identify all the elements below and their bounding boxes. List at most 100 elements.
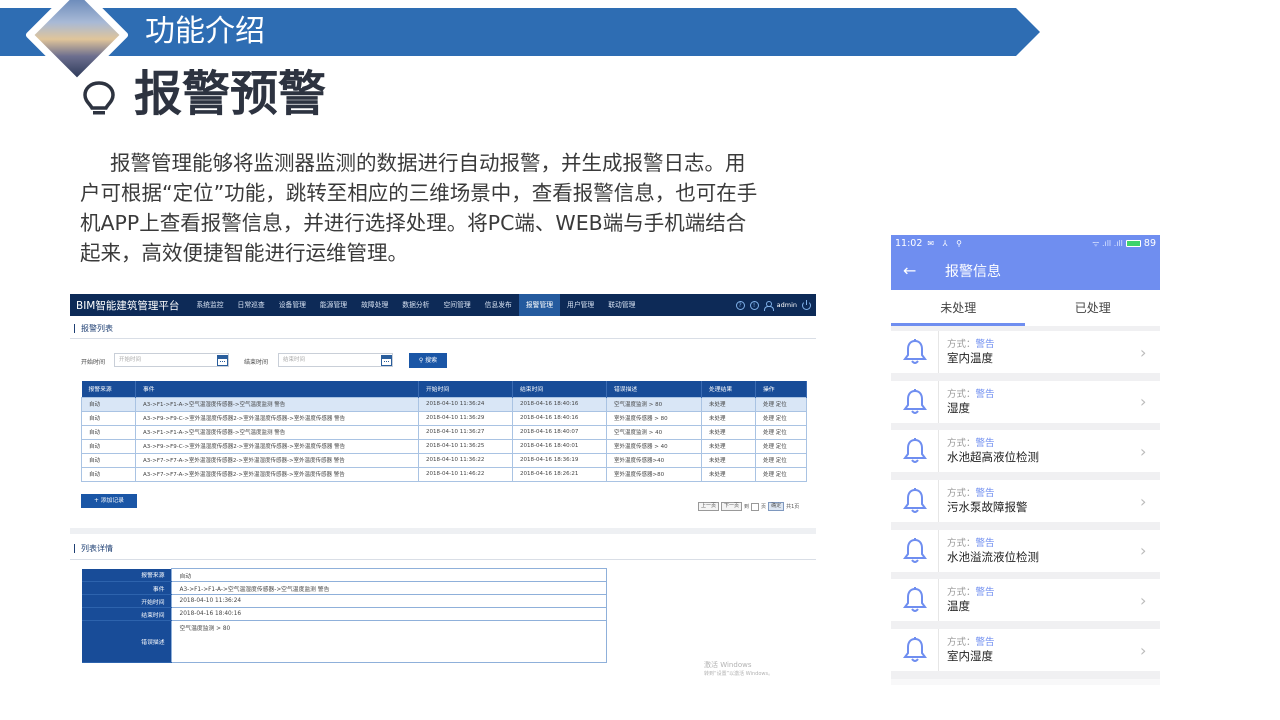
table-cell: 未处理 <box>701 410 756 426</box>
table-cell: 2018-04-10 11:36:24 <box>418 396 513 412</box>
nav-item[interactable]: 信息发布 <box>478 294 519 316</box>
alarm-name: 湿度 <box>947 400 970 415</box>
alarm-item[interactable]: 方式：警告 污水泵故障报警 › <box>891 480 1160 523</box>
alarm-item[interactable]: 方式：警告 室内湿度 › <box>891 629 1160 672</box>
table-cell: 2018-04-10 11:36:29 <box>418 410 513 426</box>
total-pages: 共1页 <box>786 504 800 510</box>
table-cell: A3->F7->F7-A->室外温湿度传感器2->室外温湿度传感器->室外温度传… <box>135 452 419 468</box>
alarm-mode: 方式：警告 <box>947 487 1140 500</box>
chevron-right-icon: › <box>1140 640 1147 660</box>
table-cell: A3->F7->F7-A->室外温湿度传感器2->室外温湿度传感器->室外温度传… <box>135 466 419 482</box>
table-cell: 室外温度传感器 > 40 <box>606 438 702 454</box>
table-cell: 自动 <box>81 424 136 440</box>
alarm-item[interactable]: 方式：警告 温度 › <box>891 579 1160 622</box>
bell-icon <box>891 331 939 373</box>
nav-item[interactable]: 联动管理 <box>601 294 642 316</box>
row-action-links[interactable]: 处理 定位 <box>755 466 807 482</box>
goto-label: 到 <box>744 504 750 510</box>
table-row[interactable]: 自动 A3->F7->F7-A->室外温湿度传感器2->室外温湿度传感器->室外温… <box>81 466 807 482</box>
nav-item[interactable]: 故障处理 <box>354 294 395 316</box>
tab-processed[interactable]: 已处理 <box>1026 290 1161 326</box>
nav-item[interactable]: 用户管理 <box>560 294 601 316</box>
pc-app-screenshot: BIM智能建筑管理平台 系统监控 日常巡查 设备管理 能源管理 故障处理 数据分析 空间管理… <box>70 294 816 684</box>
search-button[interactable]: ⚲ 搜索 <box>409 353 447 368</box>
detail-value: 空气温度监测 > 80 <box>170 620 607 663</box>
alarm-text: 方式：警告 污水泵故障报警 <box>939 487 1140 515</box>
alarm-item[interactable]: 方式：警告 室内温度 › <box>891 331 1160 373</box>
nav-item[interactable]: 设备管理 <box>272 294 313 316</box>
row-action-links[interactable]: 处理 定位 <box>755 452 807 468</box>
table-row[interactable]: 自动 A3->F9->F9-C->室外温湿度传感器2->室外温湿度传感器->室外温… <box>81 410 807 426</box>
alarm-text: 方式：警告 水池超高液位检测 <box>939 437 1140 465</box>
table-header-cell: 结束时间 <box>512 381 607 397</box>
table-row[interactable]: 自动 A3->F9->F9-C->室外温湿度传感器2->室外温湿度传感器->室外温… <box>81 438 807 454</box>
table-cell: A3->F1->F1-A->空气温湿度传感器->空气温度监测 警告 <box>135 396 419 412</box>
nav-item[interactable]: 日常巡查 <box>231 294 272 316</box>
help-icon[interactable]: ? <box>735 300 745 310</box>
row-action-links[interactable]: 处理 定位 <box>755 396 807 412</box>
nav-item[interactable]: 系统监控 <box>189 294 230 316</box>
detail-value: 2018-04-10 11:36:24 <box>170 594 607 608</box>
nav-item[interactable]: 能源管理 <box>313 294 354 316</box>
table-cell: 自动 <box>81 466 136 482</box>
detail-label: 错误描述 <box>82 620 171 663</box>
mobile-app-screenshot: 11:02 ✉ ⅄ ⚲ ᯤ .ıll .ıll 89 ← 报警信息 未处理 已处… <box>891 235 1160 685</box>
nav-item[interactable]: 报警管理 <box>518 294 561 316</box>
row-action-links[interactable]: 处理 定位 <box>755 424 807 440</box>
power-icon[interactable] <box>802 299 811 310</box>
bell-icon <box>891 380 939 423</box>
back-arrow-icon[interactable]: ← <box>903 262 929 279</box>
table-cell: 自动 <box>81 396 136 412</box>
alarm-mode-value: 警告 <box>975 587 995 599</box>
battery-icon <box>1125 239 1141 247</box>
calendar-icon[interactable] <box>217 355 228 366</box>
detail-row: 报警来源 自动 <box>82 568 607 582</box>
phone-status-bar: 11:02 ✉ ⅄ ⚲ ᯤ .ıll .ıll 89 <box>891 235 1160 251</box>
pagination: 上一页 下一页 到 页 确定 共1页 <box>698 502 799 511</box>
table-row[interactable]: 自动 A3->F1->F1-A->空气温湿度传感器->空气温度监测 警告 2018-… <box>81 396 807 412</box>
info-icon[interactable]: ! <box>749 300 759 310</box>
row-action-links[interactable]: 处理 定位 <box>755 410 807 426</box>
alarm-item[interactable]: 方式：警告 湿度 › <box>891 380 1160 423</box>
section-divider <box>70 559 816 560</box>
status-right: ᯤ .ıll .ıll 89 <box>1092 238 1156 249</box>
next-page-button[interactable]: 下一页 <box>721 502 743 511</box>
alarm-mode-value: 警告 <box>975 438 995 450</box>
alarm-mode: 方式：警告 <box>947 388 1140 401</box>
add-record-button[interactable]: + 添加记录 <box>81 494 137 508</box>
nav-item[interactable]: 数据分析 <box>395 294 436 316</box>
table-header-cell: 报警来源 <box>81 381 136 397</box>
table-cell: A3->F1->F1-A->空气温湿度传感器->空气温度监测 警告 <box>135 424 419 440</box>
page-number-input[interactable] <box>751 502 760 511</box>
table-body: 自动 A3->F1->F1-A->空气温湿度传感器->空气温度监测 警告 2018-… <box>81 396 807 482</box>
row-action-links[interactable]: 处理 定位 <box>755 438 807 454</box>
confirm-page-button[interactable]: 确定 <box>768 502 785 511</box>
chevron-right-icon: › <box>1140 342 1147 362</box>
table-row[interactable]: 自动 A3->F7->F7-A->室外温湿度传感器2->室外温湿度传感器->室外温… <box>81 452 807 468</box>
start-time-input[interactable]: 开始时间 <box>114 353 229 367</box>
table-cell: 未处理 <box>701 424 756 440</box>
pc-brand: BIM智能建筑管理平台 <box>76 299 180 312</box>
table-cell: 未处理 <box>701 438 756 454</box>
end-time-input[interactable]: 结束时间 <box>278 353 393 367</box>
alarm-item[interactable]: 方式：警告 水池溢流液位检测 › <box>891 529 1160 572</box>
user-name[interactable]: admin <box>777 301 797 309</box>
alarm-item[interactable]: 方式：警告 水池超高液位检测 › <box>891 430 1160 473</box>
pc-top-navbar: BIM智能建筑管理平台 系统监控 日常巡查 设备管理 能源管理 故障处理 数据分析 空间管理… <box>70 294 816 316</box>
table-cell: 自动 <box>81 410 136 426</box>
pc-nav-menu: 系统监控 日常巡查 设备管理 能源管理 故障处理 数据分析 空间管理 信息发布 报警管理 用户管理… <box>189 294 642 316</box>
detail-label: 事件 <box>82 581 171 595</box>
alarm-list: 方式：警告 室内温度 › 方式：警告 湿度 › 方式：警告 水池超高液位检测 › 方式：警告 污水泵… <box>891 331 1160 672</box>
table-cell: 未处理 <box>701 452 756 468</box>
table-cell: 空气温度监测 > 40 <box>606 424 702 440</box>
page-unit-label: 页 <box>761 504 767 510</box>
lightbulb-icon <box>83 81 115 115</box>
table-row[interactable]: 自动 A3->F1->F1-A->空气温湿度传感器->空气温度监测 警告 2018-… <box>81 424 807 440</box>
tab-unprocessed[interactable]: 未处理 <box>891 290 1026 326</box>
prev-page-button[interactable]: 上一页 <box>698 502 720 511</box>
calendar-icon[interactable] <box>381 355 392 366</box>
table-cell: 未处理 <box>701 466 756 482</box>
watermark-line-2: 转到“设置”以激活 Windows。 <box>704 671 774 677</box>
alarm-mode-label: 方式： <box>947 537 976 549</box>
nav-item[interactable]: 空间管理 <box>436 294 477 316</box>
